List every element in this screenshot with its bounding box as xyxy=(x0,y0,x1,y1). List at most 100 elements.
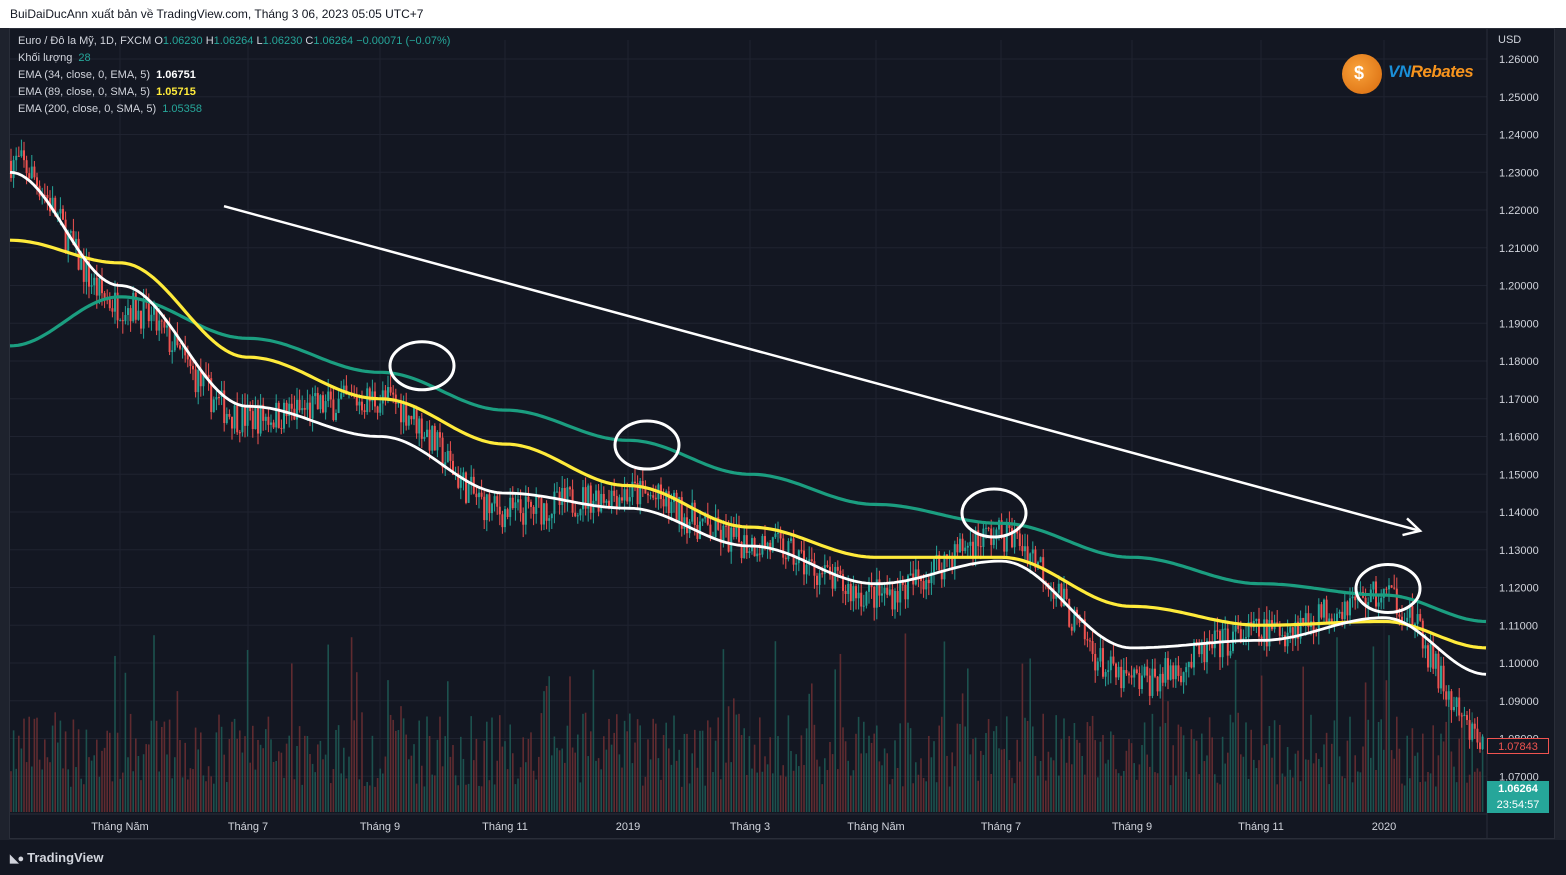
candle-body xyxy=(384,390,387,398)
volume-bar xyxy=(922,777,925,812)
candle-body xyxy=(142,299,145,329)
volume-bar xyxy=(1349,716,1351,812)
volume-bar xyxy=(200,732,202,812)
candle-body xyxy=(530,501,532,507)
volume-bar xyxy=(865,753,868,812)
candle-body xyxy=(1442,665,1445,692)
volume-bar xyxy=(1315,753,1317,812)
candle-body xyxy=(405,402,408,426)
volume-bar xyxy=(792,770,795,812)
candle-body xyxy=(446,450,449,463)
volume-bar xyxy=(148,744,150,812)
chart-canvas[interactable]: 1.26000 1.25000 1.24000 1.23000 1.22000 1.210… xyxy=(0,0,1566,875)
candle-body xyxy=(818,573,821,585)
candle-body xyxy=(1258,618,1260,637)
price-tick-label: 1.17000 xyxy=(1499,394,1539,406)
price-tick-label: 1.16000 xyxy=(1499,432,1539,444)
candle-body xyxy=(727,525,730,552)
candle-body xyxy=(1471,723,1474,740)
candle-body xyxy=(1148,675,1151,696)
candle-body xyxy=(407,415,410,426)
candle-body xyxy=(1164,658,1167,683)
volume-bar xyxy=(852,770,855,812)
volume-bar xyxy=(239,730,241,812)
volume-bar xyxy=(621,767,623,812)
volume-bar xyxy=(657,758,660,812)
volume-bar xyxy=(1201,733,1203,812)
tradingview-logo[interactable]: ◣● TradingView xyxy=(10,850,103,865)
volume-bar xyxy=(478,785,480,812)
candle-body xyxy=(1151,668,1154,696)
candle-body xyxy=(69,231,72,233)
volume-bar xyxy=(96,739,98,812)
price-tick-label: 1.23000 xyxy=(1499,167,1539,179)
candle-body xyxy=(1349,598,1351,616)
candle-body xyxy=(392,392,395,395)
candle-body xyxy=(1003,537,1006,552)
ema34-legend-row[interactable]: EMA (34, close, 0, EMA, 5) 1.06751 xyxy=(18,67,196,84)
candle-body xyxy=(1146,666,1149,676)
candle-body xyxy=(493,496,496,504)
volume-bar xyxy=(530,732,532,812)
candle-body xyxy=(561,487,564,505)
candle-body xyxy=(171,350,174,353)
candle-body xyxy=(23,150,25,161)
candle-body xyxy=(410,415,413,420)
volume-bar xyxy=(1211,737,1213,812)
candle-body xyxy=(1278,626,1281,636)
candle-body xyxy=(361,401,363,411)
candle-body xyxy=(610,490,613,508)
candle-body xyxy=(1346,601,1349,616)
candle-body xyxy=(1476,728,1479,743)
time-tick-label: Tháng 11 xyxy=(482,821,528,833)
price-tick-label: 1.11000 xyxy=(1499,620,1538,632)
volume-bar xyxy=(111,781,114,812)
volume-bar xyxy=(1221,736,1224,812)
volume-bar xyxy=(1468,774,1471,812)
candle-body xyxy=(387,387,389,398)
volume-bar xyxy=(1476,768,1479,812)
volume-bar xyxy=(582,713,584,812)
candle-body xyxy=(329,391,332,400)
ema89-legend-row[interactable]: EMA (89, close, 0, SMA, 5) 1.05715 xyxy=(18,84,196,101)
symbol-title[interactable]: Euro / Đô la Mỹ, 1D, FXCM xyxy=(18,35,151,47)
volume-bar xyxy=(896,767,899,812)
volume-bar xyxy=(1242,756,1245,812)
volume-bar xyxy=(595,760,597,812)
ema200-legend-row[interactable]: EMA (200, close, 0, SMA, 5) 1.05358 xyxy=(18,101,202,118)
volume-bar xyxy=(265,729,267,812)
volume-bar xyxy=(51,725,54,812)
ema89-line[interactable] xyxy=(9,238,1487,650)
volume-bar xyxy=(1271,757,1273,812)
volume-legend-row[interactable]: Khối lượng 28 xyxy=(18,50,91,67)
swing-high-marker[interactable] xyxy=(613,419,681,471)
candle-body xyxy=(189,359,192,367)
candle-body xyxy=(283,402,285,429)
candle-body xyxy=(649,495,652,497)
symbol-legend-row[interactable]: Euro / Đô la Mỹ, 1D, FXCM O1.06230 H1.06… xyxy=(18,33,450,50)
volume-bar xyxy=(384,756,387,812)
volume-bar xyxy=(1060,739,1063,812)
volume-bar xyxy=(1011,777,1013,812)
candle-body xyxy=(1263,619,1266,639)
ema200-line[interactable] xyxy=(9,295,1487,624)
volume-bar xyxy=(982,754,985,812)
volume-bar xyxy=(990,773,992,812)
candle-body xyxy=(251,411,254,430)
volume-bar xyxy=(155,720,158,812)
volume-bar xyxy=(480,786,483,812)
volume-bar xyxy=(122,772,124,812)
volume-bar xyxy=(889,784,891,812)
volume-bar xyxy=(1065,762,1068,812)
time-tick-label: 2019 xyxy=(616,821,640,833)
candle-body xyxy=(855,586,857,599)
volume-bar xyxy=(62,768,64,812)
candle-body xyxy=(745,535,748,554)
volume-bar xyxy=(993,731,995,812)
volume-bar xyxy=(1318,758,1320,812)
volume-bar xyxy=(428,736,431,812)
volume-bar xyxy=(1159,726,1161,812)
candle-body xyxy=(966,545,969,548)
downtrend-line[interactable] xyxy=(223,205,1421,533)
volume-bar xyxy=(467,783,470,812)
